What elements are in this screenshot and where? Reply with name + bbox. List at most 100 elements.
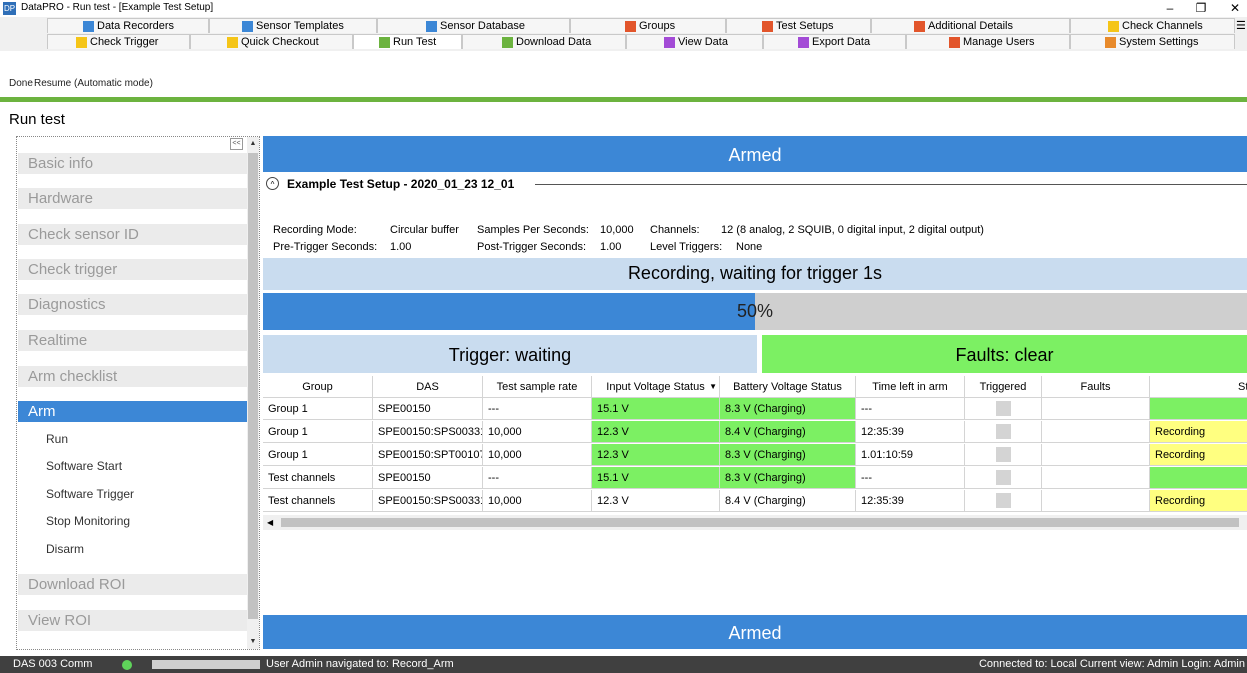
nav-action-software-trigger[interactable]: Software Trigger bbox=[46, 487, 134, 501]
tab-sensor-database[interactable]: Sensor Database bbox=[377, 18, 570, 33]
tab-export-data[interactable]: Export Data bbox=[763, 34, 906, 49]
tab-view-data[interactable]: View Data bbox=[626, 34, 763, 49]
column-header-faults[interactable]: Faults bbox=[1042, 376, 1150, 398]
faults-status: Faults: clear bbox=[762, 335, 1247, 373]
cell-group: Group 1 bbox=[263, 398, 373, 420]
column-header-label: DAS bbox=[416, 381, 439, 393]
table-row[interactable]: Group 1 SPE00150:SPT00107 10,000 12.3 V 8.3 … bbox=[263, 444, 1247, 467]
tab-additional-details[interactable]: Additional Details bbox=[871, 18, 1070, 33]
nav-action-disarm[interactable]: Disarm bbox=[46, 542, 84, 556]
tab-system-settings[interactable]: System Settings bbox=[1070, 34, 1235, 49]
column-header-group[interactable]: Group bbox=[263, 376, 373, 398]
cell-group: Test channels bbox=[263, 490, 373, 512]
resume-automatic-button[interactable]: Resume (Automatic mode) bbox=[34, 78, 153, 89]
minimize-icon[interactable]: – bbox=[1155, 0, 1185, 17]
table-horizontal-scrollbar[interactable]: ◀ bbox=[263, 515, 1247, 530]
post-trigger-label: Post-Trigger Seconds: bbox=[477, 241, 587, 253]
triggered-indicator bbox=[996, 447, 1011, 462]
cell-rate: 10,000 bbox=[483, 490, 592, 512]
triggered-indicator bbox=[996, 493, 1011, 508]
nav-step-diagnostics[interactable]: Diagnostics bbox=[18, 294, 247, 315]
cell-battery: 8.4 V (Charging) bbox=[720, 421, 856, 443]
done-button[interactable]: Done bbox=[9, 78, 33, 89]
column-header-time-left-in-arm[interactable]: Time left in arm bbox=[856, 376, 965, 398]
nav-action-run[interactable]: Run bbox=[46, 432, 68, 446]
samples-per-second-value: 10,000 bbox=[600, 224, 634, 236]
tab-sensor-templates[interactable]: Sensor Templates bbox=[209, 18, 377, 33]
nav-step-check-sensor-id[interactable]: Check sensor ID bbox=[18, 224, 247, 245]
column-header-das[interactable]: DAS bbox=[373, 376, 483, 398]
table-row[interactable]: Group 1 SPE00150:SPS00331 10,000 12.3 V 8.4 … bbox=[263, 421, 1247, 444]
nav-step-check-trigger[interactable]: Check trigger bbox=[18, 259, 247, 280]
scroll-up-icon[interactable]: ▲ bbox=[247, 138, 259, 150]
nav-step-download-roi[interactable]: Download ROI bbox=[18, 574, 247, 595]
status-bar: DAS 003 Comm User Admin navigated to: Re… bbox=[0, 656, 1247, 673]
tab-manage-users[interactable]: Manage Users bbox=[906, 34, 1070, 49]
column-header-test-sample-rate[interactable]: Test sample rate bbox=[483, 376, 592, 398]
tab-label: Additional Details bbox=[928, 20, 1013, 32]
scroll-down-icon[interactable]: ▼ bbox=[247, 636, 259, 648]
triggered-indicator bbox=[996, 470, 1011, 485]
column-header-input-voltage-status[interactable]: Input Voltage Status ▼ bbox=[592, 376, 720, 398]
tab-check-channels[interactable]: Check Channels bbox=[1070, 18, 1235, 33]
channels-value: 12 (8 analog, 2 SQUIB, 0 digital input, … bbox=[721, 224, 984, 236]
nav-step-arm-checklist[interactable]: Arm checklist bbox=[18, 366, 247, 387]
nav-step-realtime[interactable]: Realtime bbox=[18, 330, 247, 351]
column-header-battery-voltage-status[interactable]: Battery Voltage Status bbox=[720, 376, 856, 398]
nav-scroll-thumb[interactable] bbox=[248, 153, 258, 619]
nav-step-hardware[interactable]: Hardware bbox=[18, 188, 247, 209]
recording-mode-value: Circular buffer bbox=[390, 224, 459, 236]
column-header-triggered[interactable]: Triggered bbox=[965, 376, 1042, 398]
cell-input: 12.3 V bbox=[592, 444, 720, 466]
das-status-table: Group DAS Test sample rate Input Voltage St… bbox=[263, 376, 1247, 515]
table-scroll-thumb[interactable] bbox=[281, 518, 1239, 527]
tab-label: System Settings bbox=[1119, 36, 1199, 48]
tab-row-1: Data Recorders Sensor Templates Sensor Dat… bbox=[0, 18, 1235, 34]
table-row[interactable]: Group 1 SPE00150 --- 15.1 V 8.3 V (Charging)… bbox=[263, 398, 1247, 421]
tab-download-data[interactable]: Download Data bbox=[462, 34, 626, 49]
cell-battery: 8.4 V (Charging) bbox=[720, 490, 856, 512]
scroll-left-icon[interactable]: ◀ bbox=[267, 515, 273, 530]
collapse-group-icon[interactable]: ^ bbox=[266, 177, 279, 190]
sort-dropdown-icon[interactable]: ▼ bbox=[709, 376, 717, 397]
tab-quick-checkout[interactable]: Quick Checkout bbox=[190, 34, 353, 49]
connected-label: Connected to: bbox=[978, 658, 1048, 670]
cell-rate: --- bbox=[483, 398, 592, 420]
tab-label: Data Recorders bbox=[97, 20, 175, 32]
title-bar: DP DataPRO - Run test - [Example Test Se… bbox=[0, 0, 1247, 17]
restore-icon[interactable]: ❐ bbox=[1186, 0, 1216, 17]
cell-group: Group 1 bbox=[263, 444, 373, 466]
header-divider bbox=[0, 97, 1247, 102]
nav-step-basic-info[interactable]: Basic info bbox=[18, 153, 247, 174]
current-view-label: Current view: bbox=[1079, 658, 1145, 670]
cell-battery: 8.3 V (Charging) bbox=[720, 398, 856, 420]
cell-faults bbox=[1042, 421, 1150, 443]
column-header-label: Time left in arm bbox=[872, 381, 948, 393]
column-header-label: Test sample rate bbox=[496, 381, 578, 393]
nav-step-arm[interactable]: Arm bbox=[18, 401, 247, 422]
collapse-panel-button[interactable]: << bbox=[230, 138, 243, 150]
tab-data-recorders[interactable]: Data Recorders bbox=[47, 18, 209, 33]
cell-status bbox=[1150, 398, 1247, 420]
login-value: Admin bbox=[1213, 658, 1245, 670]
table-row[interactable]: Test channels SPE00150 --- 15.1 V 8.3 V (Cha… bbox=[263, 467, 1247, 490]
view-data-icon bbox=[664, 37, 675, 48]
tab-groups[interactable]: Groups bbox=[570, 18, 726, 33]
close-icon[interactable]: ✕ bbox=[1220, 0, 1247, 17]
check-trigger-icon bbox=[76, 37, 87, 48]
nav-action-stop-monitoring[interactable]: Stop Monitoring bbox=[46, 514, 130, 528]
column-header-label: Triggered bbox=[979, 381, 1027, 393]
column-header-status[interactable]: Status bbox=[1150, 376, 1247, 398]
nav-step-view-roi[interactable]: View ROI bbox=[18, 610, 247, 631]
nav-action-software-start[interactable]: Software Start bbox=[46, 459, 122, 473]
tab-run-test[interactable]: Run Test bbox=[353, 34, 462, 49]
statusbar-progress bbox=[152, 660, 260, 669]
cell-status: Recording bbox=[1150, 444, 1247, 466]
tab-check-trigger[interactable]: Check Trigger bbox=[47, 34, 190, 49]
nav-scrollbar[interactable]: ▲ ▼ bbox=[247, 137, 259, 649]
command-bar: Done Resume (Automatic mode) bbox=[0, 51, 1247, 96]
tab-test-setups[interactable]: Test Setups bbox=[726, 18, 871, 33]
tabs-overflow-icon[interactable]: ☰ bbox=[1236, 19, 1247, 32]
table-row[interactable]: Test channels SPE00150:SPS00331 10,000 12.3… bbox=[263, 490, 1247, 513]
tab-label: Export Data bbox=[812, 36, 871, 48]
